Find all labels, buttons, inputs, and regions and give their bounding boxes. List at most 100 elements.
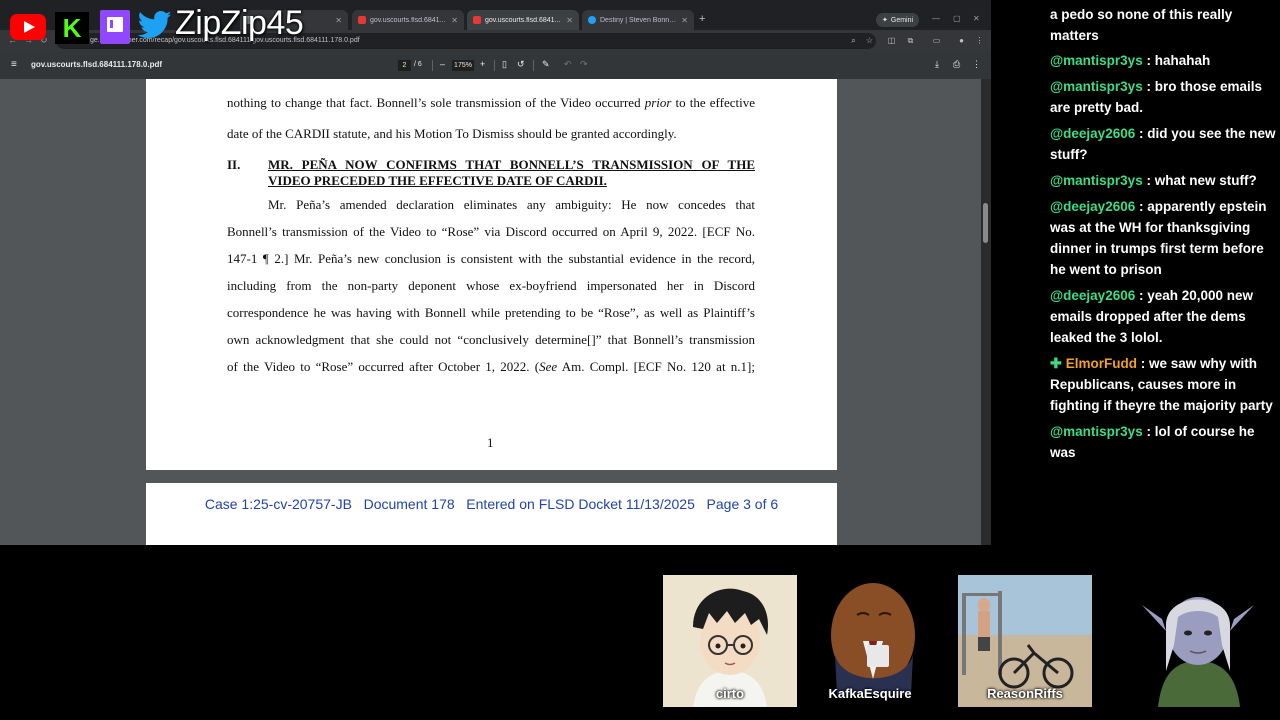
toolbar-divider (533, 60, 534, 71)
kick-logo-icon: K (55, 12, 89, 44)
twitter-favicon-icon (588, 16, 596, 24)
page-total: / 6 (414, 61, 422, 68)
paragraph-line: Bonnell’s transmission of the Video to “… (227, 224, 755, 239)
cam-label: ReasonRiffs (987, 686, 1063, 701)
chat-username: @mantispr3ys (1050, 173, 1143, 188)
more-options-icon[interactable]: ⋮ (972, 59, 981, 70)
tab-label: gov.uscourts.flsd.684111.178.0... (485, 16, 562, 24)
hamburger-menu-icon[interactable]: ≡ (11, 59, 17, 70)
page-number-input[interactable]: 2 (398, 60, 411, 71)
extension-icon[interactable]: ◫ (887, 36, 896, 45)
tab-court-doc-178[interactable]: gov.uscourts.flsd.684111.178.0... ✕ (467, 10, 579, 30)
section-number: II. (227, 157, 241, 172)
redo-icon[interactable]: ↷ (580, 59, 588, 70)
channel-name: ZipZip45 (175, 4, 304, 42)
close-icon[interactable]: ✕ (451, 16, 458, 25)
close-icon[interactable]: ✕ (681, 16, 688, 25)
close-window-icon[interactable]: ✕ (973, 14, 980, 23)
pdf-filename: gov.uscourts.flsd.684111.178.0.pdf (31, 60, 163, 69)
cam-label: cirto (715, 686, 745, 701)
twitter-bird-svg (137, 10, 172, 39)
chat-message: @deejay2606 : apparently epstein was at … (1050, 199, 1267, 277)
section-heading: VIDEO PRECEDED THE EFFECTIVE DATE OF CAR… (268, 173, 607, 188)
fit-page-icon[interactable]: ▯ (502, 59, 507, 70)
plus-badge-icon: ✚ (1050, 355, 1062, 371)
tab-court-doc-132[interactable]: gov.uscourts.flsd.684111.132.0... ✕ (352, 10, 464, 30)
gemini-button[interactable]: ✦ Gemini (876, 13, 920, 27)
toolbar-divider (494, 60, 495, 71)
pdf-favicon-icon (358, 16, 366, 24)
pdf-favicon-icon (473, 16, 481, 24)
page-footer-number: 1 (487, 435, 494, 450)
section-heading: MR. PEÑA NOW CONFIRMS THAT BONNELL’S TRA… (268, 157, 755, 172)
paragraph-line: nothing to change that fact. Bonnell’s s… (227, 95, 755, 110)
cam-cirto: cirto (663, 575, 797, 707)
chat-message: @deejay2606 : yeah 20,000 new emails dro… (1050, 288, 1254, 345)
sparkle-icon: ✦ (882, 17, 888, 24)
close-icon[interactable]: ✕ (566, 16, 573, 25)
profile-icon[interactable]: ● (957, 36, 966, 45)
bookmark-star-icon[interactable]: ☆ (865, 36, 874, 45)
paragraph-line: Mr. Peña’s amended declaration eliminate… (268, 197, 755, 212)
chat-message: a pedo so none of this really matters (1050, 7, 1233, 43)
pdf-page: nothing to change that fact. Bonnell’s s… (146, 79, 837, 470)
scrollbar[interactable] (981, 79, 991, 545)
new-tab-button[interactable]: + (699, 13, 705, 25)
scrollbar-thumb[interactable] (983, 203, 988, 243)
paragraph-line: date of the CARDII statute, and his Moti… (227, 126, 677, 141)
twitch-logo-icon (100, 10, 130, 44)
chat-message: @deejay2606 : did you see the new stuff? (1050, 126, 1276, 162)
chat-message: @mantispr3ys : what new stuff? (1050, 173, 1257, 188)
cam-label: KafkaEsquire (828, 686, 912, 701)
close-icon[interactable]: ✕ (335, 16, 342, 25)
chat-message: @mantispr3ys : bro those emails are pret… (1050, 79, 1262, 115)
gemini-label: Gemini (890, 16, 914, 24)
zoom-level-input[interactable]: 175% (452, 60, 474, 71)
extensions-puzzle-icon[interactable]: ⧉ (906, 36, 915, 45)
tab-destiny-x[interactable]: Destiny | Steven Bonnell II on X ✕ (582, 10, 694, 30)
chat-panel: a pedo so none of this really matters @m… (1044, 0, 1280, 470)
twitter-bird-icon (137, 10, 172, 46)
annotate-pen-icon[interactable]: ✎ (542, 59, 550, 70)
chat-message: @mantispr3ys : hahahah (1050, 53, 1211, 68)
paragraph-line: including from the non-party deponent wh… (227, 278, 755, 293)
chat-username: @mantispr3ys (1050, 79, 1143, 94)
chat-username: @deejay2606 (1050, 126, 1136, 141)
minimize-icon[interactable]: — (932, 14, 940, 23)
browser-window: ✕ gov.uscourts.flsd.684111.132.0... ✕ go… (0, 0, 991, 545)
zoom-in-button[interactable]: + (480, 59, 485, 69)
chat-username: @deejay2606 (1050, 199, 1136, 214)
docket-header-stamp: Case 1:25-cv-20757-JB Document 178 Enter… (204, 496, 779, 512)
pdf-toolbar: ≡ gov.uscourts.flsd.684111.178.0.pdf 2 /… (0, 52, 991, 79)
maximize-icon[interactable]: ▢ (953, 14, 961, 23)
rotate-icon[interactable]: ↺ (517, 59, 525, 70)
browser-menu-icon[interactable]: ⋮ (975, 36, 984, 45)
zoom-out-button[interactable]: – (440, 59, 445, 69)
chat-message: ✚ ElmorFudd : we saw why with Republicans… (1050, 355, 1273, 413)
chat-username: @mantispr3ys (1050, 424, 1143, 439)
cam-reasonriffs: ReasonRiffs (958, 575, 1092, 707)
elf-avatar-image (1142, 597, 1254, 707)
undo-icon[interactable]: ↶ (564, 59, 572, 70)
print-icon[interactable]: ⎙ (953, 59, 960, 70)
sidepanel-icon[interactable]: ▭ (932, 36, 941, 45)
toolbar-divider (432, 60, 433, 71)
paragraph-line: correspondence he was having with Bonnel… (227, 305, 755, 320)
youtube-logo-icon (10, 14, 46, 40)
pdf-viewer[interactable]: nothing to change that fact. Bonnell’s s… (0, 79, 991, 545)
download-icon[interactable]: ⤓ (935, 59, 939, 70)
chat-message: @mantispr3ys : lol of course he was (1050, 424, 1255, 460)
zoom-icon[interactable]: ⌕ (849, 36, 858, 45)
chat-username: @deejay2606 (1050, 288, 1136, 303)
paragraph-line: of the Video to “Rose” occurred after Oc… (227, 359, 756, 374)
paragraph-line: own acknowledgment that she could not “c… (227, 332, 755, 347)
pdf-page: Case 1:25-cv-20757-JB Document 178 Enter… (146, 483, 837, 545)
cam-kafkaesquire: KafkaEsquire (803, 575, 937, 707)
tab-label: gov.uscourts.flsd.684111.132.0... (370, 16, 447, 24)
elf-avatar (1138, 575, 1258, 707)
stream-screen: ✕ gov.uscourts.flsd.684111.132.0... ✕ go… (0, 0, 1280, 720)
chat-username: ElmorFudd (1065, 356, 1137, 371)
paragraph-line: 147-1 ¶ 2.] Mr. Peña’s new conclusion is… (227, 251, 755, 266)
chat-username: @mantispr3ys (1050, 53, 1143, 68)
tab-label: Destiny | Steven Bonnell II on X (600, 16, 677, 24)
